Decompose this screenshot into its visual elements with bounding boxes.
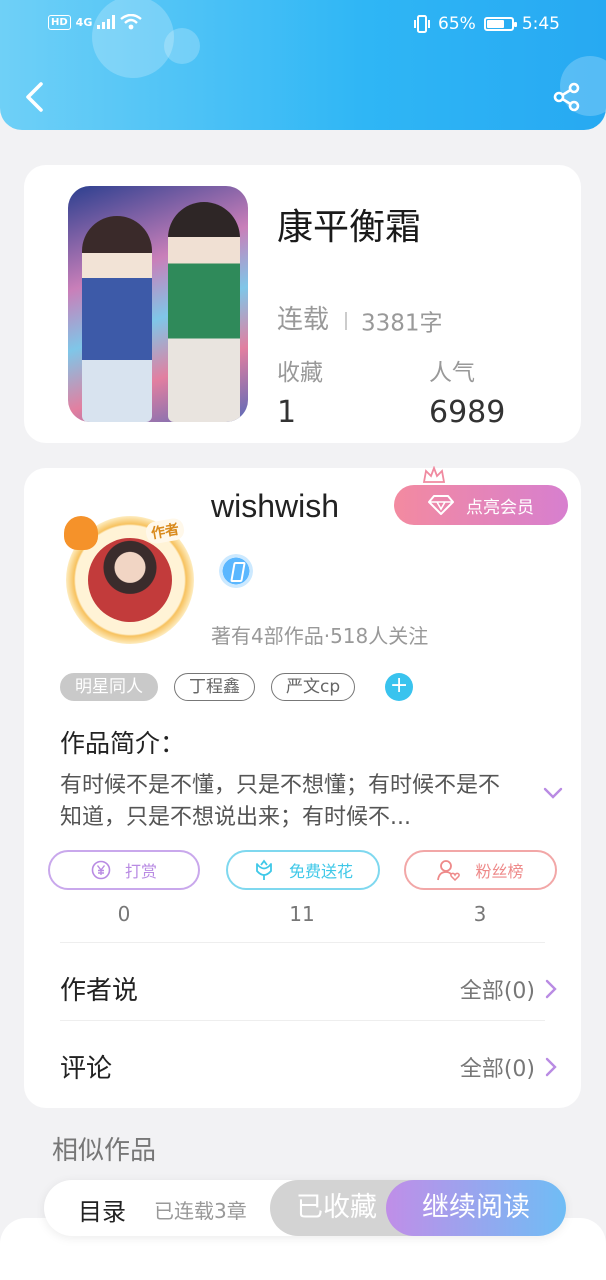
- battery-icon: [483, 17, 517, 31]
- fan-rank-button[interactable]: 粉丝榜: [404, 850, 557, 890]
- book-title: 康平衡霜: [277, 207, 422, 248]
- flower-count: 11: [289, 902, 315, 926]
- network-label: 4G: [75, 15, 93, 29]
- comments-all[interactable]: 全部(0): [460, 1051, 557, 1083]
- crown-icon: [422, 466, 446, 483]
- tag-item[interactable]: 严文cp: [271, 673, 356, 701]
- fan-rank-label: 粉丝榜: [475, 862, 524, 881]
- serial-status: 连载: [277, 305, 330, 335]
- author-says-all[interactable]: 全部(0): [460, 973, 557, 1005]
- popularity-label: 人气: [429, 360, 475, 386]
- similar-works-title: 相似作品: [52, 1136, 157, 1166]
- vip-button[interactable]: 点亮会员: [394, 485, 568, 525]
- expand-chevron-icon[interactable]: [542, 786, 564, 800]
- bottom-action-bar: 目录 已连载3章 已收藏 继续阅读: [44, 1180, 566, 1236]
- yen-icon: [91, 860, 111, 880]
- send-flower-button[interactable]: 免费送花: [226, 850, 380, 890]
- divider: [60, 942, 545, 943]
- top-header: HD 4G 65% 5:45: [0, 0, 606, 130]
- avatar-image: [88, 538, 172, 622]
- chevron-right-icon: [545, 1057, 557, 1077]
- word-count: 3381字: [361, 310, 443, 337]
- clock: 5:45: [521, 14, 560, 34]
- tip-count: 0: [117, 902, 131, 926]
- status-left: HD 4G: [48, 14, 143, 30]
- comments-count: 全部(0): [459, 1057, 535, 1082]
- cover-figure-left: [82, 216, 152, 422]
- divider: [60, 1020, 545, 1021]
- hd-label: HD: [48, 14, 71, 30]
- battery-percent: 65%: [438, 14, 476, 34]
- tip-label: 打赏: [124, 862, 157, 881]
- popularity-value: 6989: [429, 395, 506, 430]
- favorites-value: 1: [277, 395, 297, 430]
- vip-button-label: 点亮会员: [466, 497, 534, 518]
- book-info-card: 康平衡霜 连载 3381字 收藏 人气 1 6989: [24, 165, 581, 443]
- author-says-count: 全部(0): [459, 979, 535, 1004]
- tag-item[interactable]: 丁程鑫: [174, 673, 255, 701]
- intro-text[interactable]: 有时候不是不懂，只是不想懂；有时候不是不知道，只是不想说出来；有时候不...: [60, 770, 520, 834]
- avatar-decoration-icon: [64, 516, 98, 550]
- header-bubble: [92, 0, 174, 78]
- level-badge-icon[interactable]: [219, 554, 253, 588]
- back-arrow-icon[interactable]: [22, 80, 48, 114]
- tip-button[interactable]: 打赏: [48, 850, 200, 890]
- author-stats: 著有4部作品·518人关注: [211, 624, 429, 648]
- author-avatar[interactable]: 作者: [48, 508, 200, 648]
- share-icon[interactable]: [552, 82, 582, 112]
- chevron-right-icon: [545, 979, 557, 999]
- author-card: 作者 wishwish 点亮会员 著有4部作品·518人关注 明星同人 丁程鑫 …: [24, 466, 581, 1108]
- status-right: 65% 5:45: [414, 14, 560, 34]
- divider: [345, 311, 348, 330]
- chapter-count: 已连载3章: [154, 1199, 247, 1223]
- continue-reading-button[interactable]: 继续阅读: [386, 1180, 566, 1236]
- battery-level: [486, 20, 504, 28]
- signal-icon: [97, 15, 116, 29]
- header-bubble: [164, 28, 200, 64]
- tag-list: 明星同人 丁程鑫 严文cp +: [60, 673, 414, 701]
- favorites-label: 收藏: [277, 360, 323, 386]
- cover-figure-right: [168, 202, 240, 422]
- diamond-icon: [428, 495, 454, 515]
- intro-title: 作品简介：: [60, 729, 186, 758]
- fans-icon: [437, 860, 461, 881]
- author-name[interactable]: wishwish: [211, 488, 339, 525]
- tag-item[interactable]: 明星同人: [60, 673, 158, 701]
- fan-count: 3: [473, 902, 487, 926]
- add-tag-icon[interactable]: +: [385, 673, 414, 701]
- comments-label: 评论: [60, 1054, 113, 1084]
- flower-label: 免费送花: [288, 862, 353, 881]
- book-cover-image[interactable]: [68, 186, 248, 422]
- toc-button[interactable]: 目录: [78, 1192, 126, 1227]
- wifi-icon: [120, 14, 143, 30]
- book-serial-status: 连载 3381字: [277, 299, 443, 338]
- author-says-label: 作者说: [60, 976, 139, 1006]
- vibrate-icon: [414, 15, 431, 33]
- flower-icon: [256, 859, 272, 880]
